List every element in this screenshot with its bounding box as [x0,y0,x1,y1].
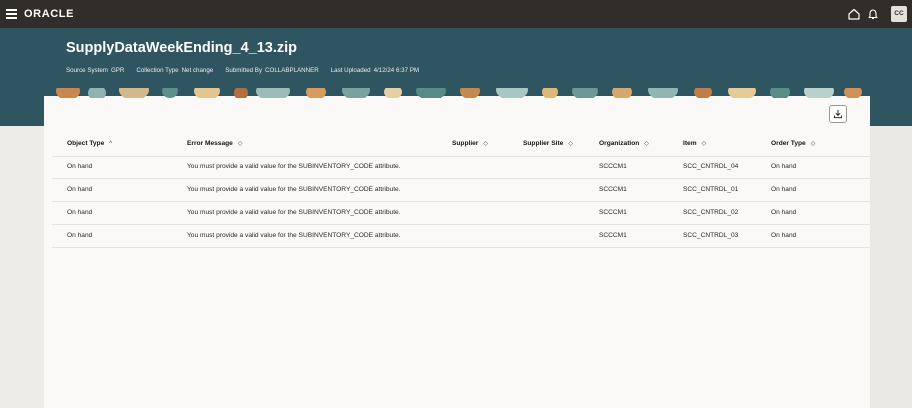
background-right [870,126,912,408]
column-header-label: Supplier [452,140,479,147]
row-divider [52,201,870,202]
meta-label: Collection Type [136,67,179,74]
column-header-supplier[interactable]: Supplier ◇ [452,140,488,147]
column-header-object-type[interactable]: Object Type ^ [67,140,112,147]
meta-label: Source System [66,67,108,74]
download-button[interactable] [829,105,847,123]
cell-organization: SCCCM1 [599,163,627,170]
error-table-card: Object Type ^ Error Message ◇ Supplier ◇ Suppl… [44,96,870,408]
meta-item: Source System GPR [66,67,124,74]
column-header-organization[interactable]: Organization ◇ [599,140,649,147]
meta-item: Last Uploaded 4/12/24 6:37 PM [331,67,419,74]
cell-error-message: You must provide a valid value for the S… [187,163,401,170]
cell-error-message: You must provide a valid value for the S… [187,232,401,239]
sort-icon: ◇ [701,141,707,147]
meta-label: Submitted By [225,67,263,74]
column-header-label: Error Message [187,140,233,147]
cell-organization: SCCCM1 [599,209,627,216]
column-header-label: Object Type [67,140,105,147]
cell-order-type: On hand [771,232,797,239]
meta-item: Collection Type Net change [136,67,213,74]
home-icon[interactable] [847,7,861,21]
banner-pattern [44,88,870,98]
oracle-logo[interactable]: ORACLE [24,8,74,20]
cell-item: SCC_CNTRDL_04 [683,163,739,170]
download-icon [834,110,842,119]
cell-error-message: You must provide a valid value for the S… [187,186,401,193]
sort-icon: ◇ [810,141,816,147]
user-avatar[interactable]: CC [891,6,907,22]
cell-error-message: You must provide a valid value for the S… [187,209,401,216]
cell-object-type: On hand [67,186,93,193]
cell-organization: SCCCM1 [599,186,627,193]
cell-item: SCC_CNTRDL_01 [683,186,739,193]
column-header-label: Item [683,140,697,147]
cell-item: SCC_CNTRDL_02 [683,209,739,216]
sort-icon: ◇ [644,141,649,147]
cell-item: SCC_CNTRDL_03 [683,232,739,239]
column-header-label: Supplier Site [523,140,564,147]
row-divider [52,178,870,179]
cell-organization: SCCCM1 [599,232,627,239]
column-header-label: Organization [599,140,640,147]
meta-item: Submitted By COLLABPLANNER [225,67,318,74]
sort-icon: ◇ [237,141,243,147]
header-divider [52,156,870,157]
cell-order-type: On hand [771,209,797,216]
cell-object-type: On hand [67,209,93,216]
notifications-bell-icon[interactable] [866,7,880,21]
page-title: SupplyDataWeekEnding_4_13.zip [66,40,297,56]
column-header-item[interactable]: Item ◇ [683,140,706,147]
meta-value: COLLABPLANNER [265,67,319,74]
background-left [0,126,44,408]
file-metadata: Source System GPR Collection Type Net chang… [66,67,419,74]
meta-value: GPR [110,67,125,74]
menu-icon[interactable] [6,9,17,19]
column-header-error-message[interactable]: Error Message ◇ [187,140,242,147]
cell-object-type: On hand [67,163,93,170]
column-header-supplier-site[interactable]: Supplier Site ◇ [523,140,573,147]
sort-icon: ◇ [568,141,573,147]
meta-value: 4/12/24 6:37 PM [373,67,420,74]
row-divider [52,224,870,225]
meta-value: Net change [181,67,214,74]
sort-icon: ^ [109,141,113,147]
cell-order-type: On hand [771,163,797,170]
sort-icon: ◇ [483,141,489,147]
row-divider [52,247,870,248]
cell-object-type: On hand [67,232,93,239]
cell-order-type: On hand [771,186,797,193]
column-header-label: Order Type [771,140,806,147]
column-header-order-type[interactable]: Order Type ◇ [771,140,815,147]
top-bar: ORACLE CC [0,0,912,28]
meta-label: Last Uploaded [330,67,371,74]
